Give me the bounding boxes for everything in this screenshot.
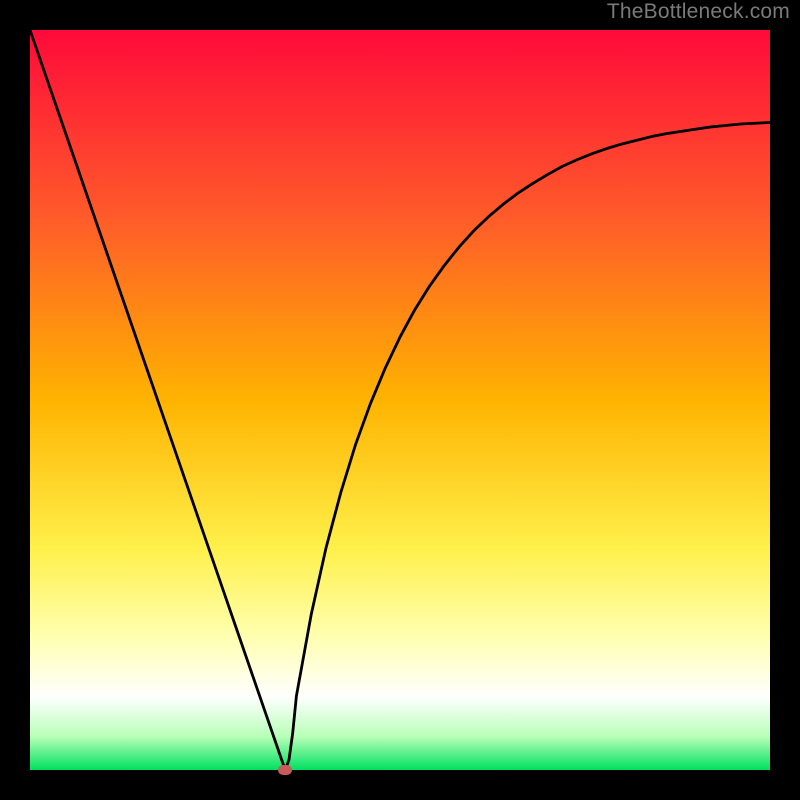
curve-svg [30,30,770,770]
min-marker-icon [278,765,292,775]
plot-area [30,30,770,770]
watermark-text: TheBottleneck.com [607,0,790,24]
bottleneck-curve [30,30,770,770]
chart-frame: TheBottleneck.com [0,0,800,800]
